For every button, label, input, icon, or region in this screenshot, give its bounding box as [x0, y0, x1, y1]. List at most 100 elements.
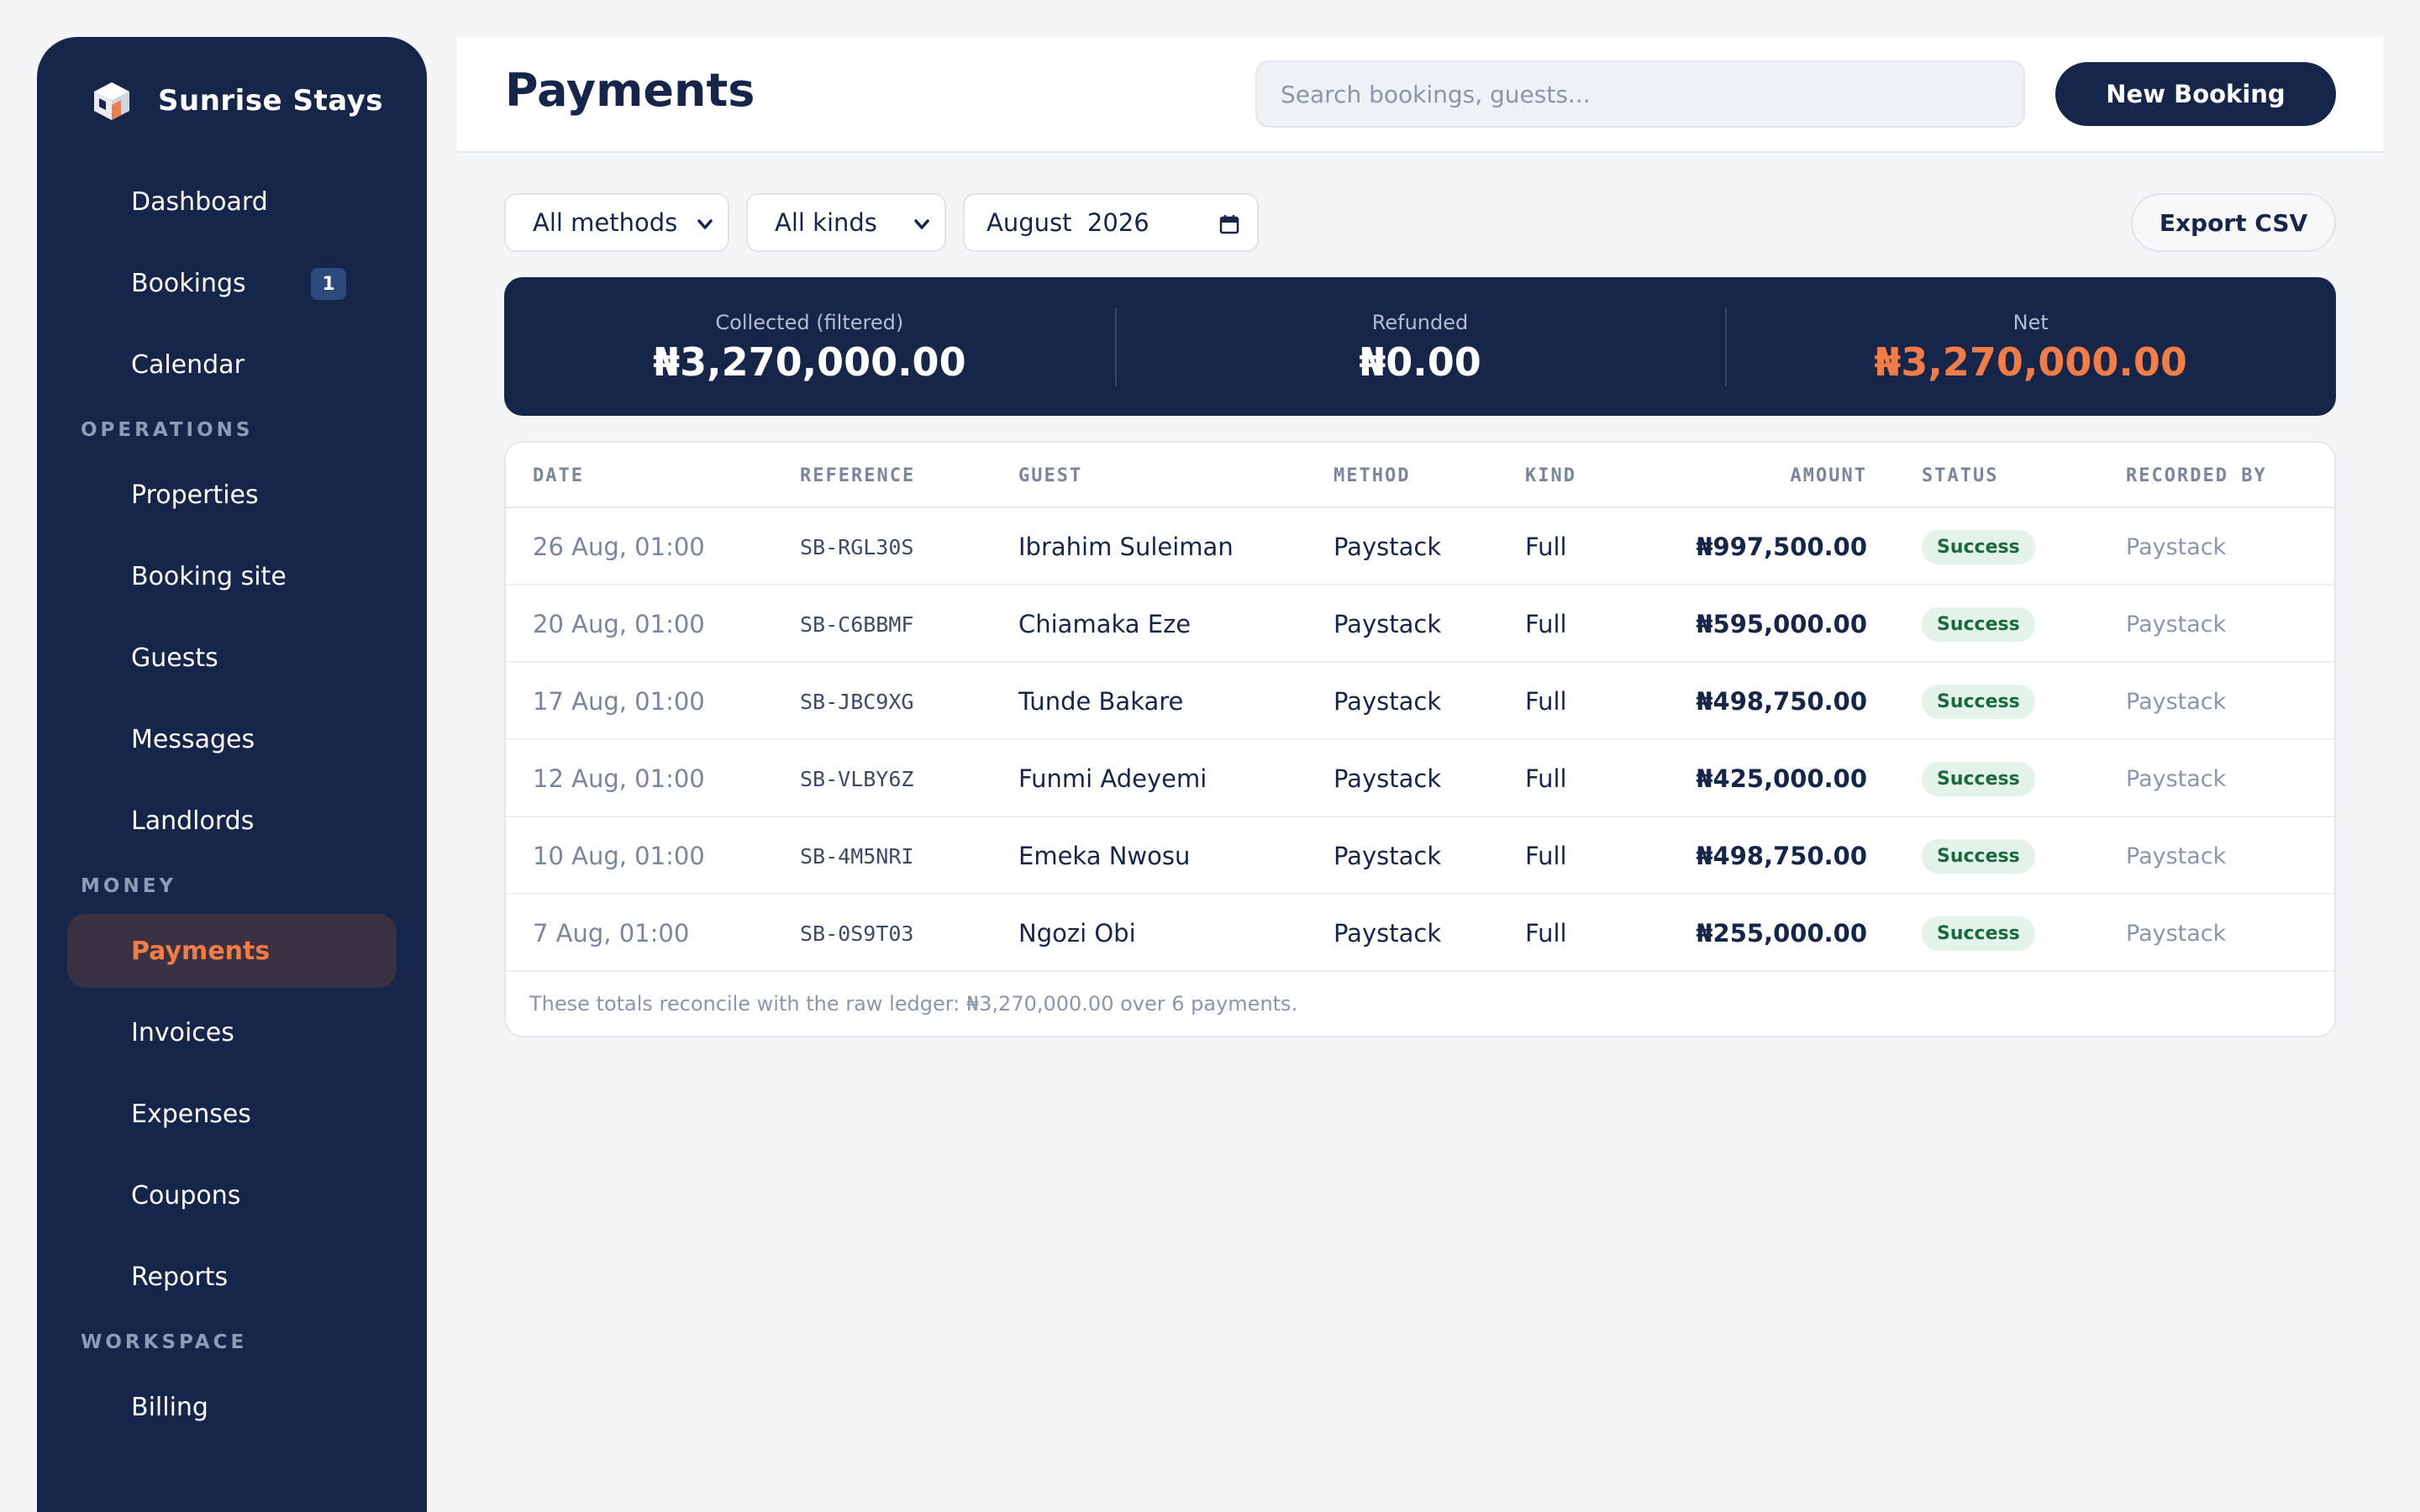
sidebar-item-dashboard[interactable]: Dashboard [67, 165, 397, 239]
kind-filter-value: All kinds [775, 208, 877, 237]
sidebar-item-label: Bookings [131, 268, 246, 298]
net-value: ₦3,270,000.00 [1874, 339, 2187, 385]
cell-status: Success [1922, 663, 2035, 740]
sidebar-item-billing[interactable]: Billing [67, 1370, 397, 1444]
column-header-date[interactable]: DATE [533, 443, 584, 508]
sidebar-item-landlords[interactable]: Landlords [67, 784, 397, 858]
sidebar-item-label: Billing [131, 1392, 208, 1422]
cell-recorded-by: Paystack [2126, 843, 2227, 869]
export-csv-button[interactable]: Export CSV [2131, 193, 2336, 252]
column-header-reference[interactable]: REFERENCE [800, 443, 915, 508]
cell-reference[interactable]: SB-0S9T03 [800, 895, 913, 972]
cell-method: Paystack [1334, 919, 1442, 948]
sidebar-item-label: Guests [131, 643, 218, 673]
month-picker-value: August 2026 [986, 208, 1150, 237]
cell-guest[interactable]: Ngozi Obi [1018, 895, 1136, 972]
sidebar-item-label: Expenses [131, 1099, 251, 1129]
cell-recorded-by: Paystack [2126, 688, 2227, 715]
section-heading-workspace: WORKSPACE [81, 1331, 248, 1353]
status-badge: Success [1922, 761, 2035, 796]
method-filter-select[interactable]: All methods [504, 193, 729, 252]
cell-kind: Full [1525, 919, 1567, 948]
sidebar: Sunrise Stays Dashboard Bookings 1 Calen… [37, 37, 427, 1512]
sidebar-item-calendar[interactable]: Calendar [67, 328, 397, 402]
table-row[interactable]: 7 Aug, 01:00 SB-0S9T03 Ngozi Obi Paystac… [506, 895, 2334, 972]
cell-guest[interactable]: Chiamaka Eze [1018, 585, 1191, 663]
sidebar-item-label: Coupons [131, 1180, 241, 1210]
sidebar-item-label: Calendar [131, 349, 245, 380]
cell-recorded-by: Paystack [2126, 533, 2227, 560]
refunded-label: Refunded [1371, 311, 1469, 334]
cell-method: Paystack [1334, 610, 1442, 638]
table-row[interactable]: 17 Aug, 01:00 SB-JBC9XG Tunde Bakare Pay… [506, 663, 2334, 740]
cell-amount: ₦425,000.00 [1696, 764, 1867, 793]
brand[interactable]: Sunrise Stays [91, 81, 427, 121]
status-badge: Success [1922, 529, 2035, 564]
bookings-count-badge: 1 [311, 268, 346, 300]
sidebar-item-label: Dashboard [131, 186, 268, 217]
cell-kind: Full [1525, 842, 1567, 870]
search-input[interactable] [1255, 60, 2025, 128]
cell-recorded-by: Paystack [2126, 920, 2227, 947]
sidebar-item-messages[interactable]: Messages [67, 702, 397, 776]
cell-reference[interactable]: SB-JBC9XG [800, 663, 913, 740]
table-row[interactable]: 12 Aug, 01:00 SB-VLBY6Z Funmi Adeyemi Pa… [506, 740, 2334, 817]
cell-reference[interactable]: SB-4M5NRI [800, 817, 913, 895]
calendar-icon [1219, 215, 1239, 234]
reconciliation-note: These totals reconcile with the raw ledg… [529, 992, 1298, 1016]
sidebar-item-invoices[interactable]: Invoices [67, 995, 397, 1069]
cell-kind: Full [1525, 764, 1567, 793]
table-row[interactable]: 26 Aug, 01:00 SB-RGL30S Ibrahim Suleiman… [506, 508, 2334, 585]
cell-reference[interactable]: SB-VLBY6Z [800, 740, 913, 817]
cell-guest[interactable]: Tunde Bakare [1018, 663, 1183, 740]
summary-panel: Collected (filtered) ₦3,270,000.00 Refun… [504, 277, 2336, 416]
sidebar-item-label: Invoices [131, 1017, 234, 1047]
sidebar-item-booking-site[interactable]: Booking site [67, 539, 397, 613]
cell-amount: ₦498,750.00 [1696, 687, 1867, 716]
cell-guest[interactable]: Ibrahim Suleiman [1018, 508, 1234, 585]
chevron-down-icon [697, 219, 713, 229]
sidebar-item-payments[interactable]: Payments [67, 914, 397, 988]
table-row[interactable]: 10 Aug, 01:00 SB-4M5NRI Emeka Nwosu Pays… [506, 817, 2334, 895]
sidebar-item-expenses[interactable]: Expenses [67, 1077, 397, 1151]
table-header-row: DATE REFERENCE GUEST METHOD KIND AMOUNT … [506, 443, 2334, 508]
chevron-down-icon [914, 219, 929, 229]
column-header-recorded-by[interactable]: RECORDED BY [2126, 443, 2267, 508]
cell-reference[interactable]: SB-C6BBMF [800, 585, 913, 663]
sidebar-item-bookings[interactable]: Bookings 1 [67, 246, 397, 320]
cell-recorded-by: Paystack [2126, 611, 2227, 638]
cell-reference[interactable]: SB-RGL30S [800, 508, 913, 585]
section-heading-operations: OPERATIONS [81, 419, 254, 441]
status-badge: Success [1922, 838, 2035, 874]
summary-refunded: Refunded ₦0.00 [1114, 277, 1726, 416]
sidebar-item-label: Booking site [131, 561, 287, 591]
sidebar-item-reports[interactable]: Reports [67, 1240, 397, 1314]
column-header-guest[interactable]: GUEST [1018, 443, 1082, 508]
summary-collected: Collected (filtered) ₦3,270,000.00 [504, 277, 1115, 416]
cell-amount: ₦498,750.00 [1696, 842, 1867, 870]
summary-net: Net ₦3,270,000.00 [1725, 277, 2336, 416]
cell-status: Success [1922, 817, 2035, 895]
cell-guest[interactable]: Funmi Adeyemi [1018, 740, 1207, 817]
payments-table: DATE REFERENCE GUEST METHOD KIND AMOUNT … [504, 441, 2336, 1037]
brand-name: Sunrise Stays [158, 84, 383, 118]
sidebar-item-properties[interactable]: Properties [67, 458, 397, 532]
cell-date: 7 Aug, 01:00 [533, 919, 690, 948]
column-header-method[interactable]: METHOD [1334, 443, 1410, 508]
sidebar-item-coupons[interactable]: Coupons [67, 1158, 397, 1232]
column-header-amount[interactable]: AMOUNT [1766, 443, 1867, 508]
sidebar-item-label: Properties [131, 480, 259, 510]
sidebar-item-label: Payments [131, 936, 271, 966]
table-row[interactable]: 20 Aug, 01:00 SB-C6BBMF Chiamaka Eze Pay… [506, 585, 2334, 663]
column-header-status[interactable]: STATUS [1922, 443, 1998, 508]
status-badge: Success [1922, 606, 2035, 642]
kind-filter-select[interactable]: All kinds [746, 193, 946, 252]
column-header-kind[interactable]: KIND [1525, 443, 1576, 508]
app-root: Sunrise Stays Dashboard Bookings 1 Calen… [0, 0, 2420, 1512]
sidebar-item-guests[interactable]: Guests [67, 621, 397, 695]
month-picker-input[interactable]: August 2026 [963, 193, 1259, 252]
new-booking-button[interactable]: New Booking [2055, 62, 2336, 126]
cell-date: 12 Aug, 01:00 [533, 764, 705, 793]
cell-status: Success [1922, 585, 2035, 663]
cell-guest[interactable]: Emeka Nwosu [1018, 817, 1190, 895]
